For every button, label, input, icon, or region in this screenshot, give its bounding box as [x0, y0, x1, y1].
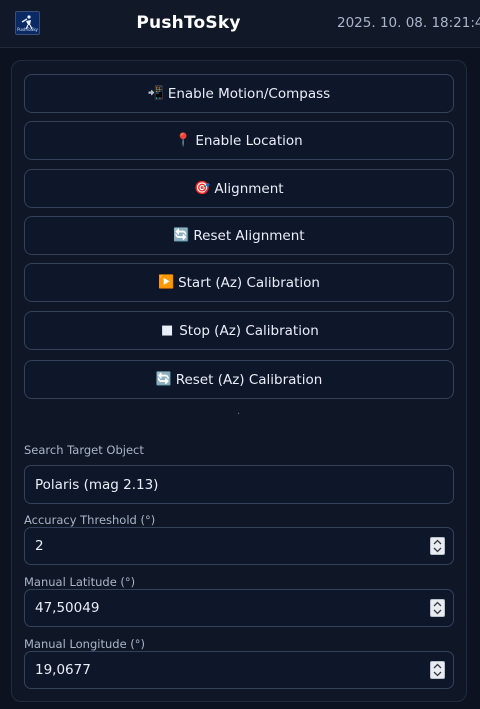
app-title: PushToSky — [136, 13, 241, 33]
button-label: Enable Location — [195, 132, 303, 149]
button-label: Stop (Az) Calibration — [179, 322, 319, 339]
decrement-button[interactable] — [431, 546, 444, 554]
chevron-down-icon — [433, 671, 442, 677]
chevron-down-icon — [433, 547, 442, 553]
enable-location-button[interactable]: 📍 Enable Location — [24, 121, 454, 160]
status-text: . — [237, 406, 241, 417]
play-icon: ▶️ — [158, 275, 175, 290]
increment-button[interactable] — [431, 662, 444, 670]
app-header: PushToSky PushToSky 2025. 10. 08. 18:21:… — [0, 0, 480, 48]
search-target-input[interactable]: Polaris (mag 2.13) — [24, 465, 454, 504]
button-label: Reset (Az) Calibration — [175, 371, 323, 388]
increment-button[interactable] — [431, 600, 444, 608]
decrement-button[interactable] — [431, 608, 444, 616]
search-target-value: Polaris (mag 2.13) — [35, 476, 159, 493]
reset-alignment-button[interactable]: 🔄 Reset Alignment — [24, 216, 454, 255]
phone-arrow-icon: 📲 — [147, 86, 165, 101]
alignment-button[interactable]: 🎯 Alignment — [24, 169, 454, 208]
chevron-down-icon — [433, 609, 442, 615]
chevron-up-icon — [433, 663, 442, 669]
number-spinner[interactable] — [430, 599, 445, 617]
accuracy-threshold-input[interactable]: 2 — [24, 527, 454, 565]
start-az-calibration-button[interactable]: ▶️ Start (Az) Calibration — [24, 263, 454, 302]
button-label: Start (Az) Calibration — [178, 274, 320, 291]
button-label: Alignment — [214, 180, 284, 197]
button-label: Reset Alignment — [193, 227, 305, 244]
manual-latitude-label: Manual Latitude (°) — [24, 575, 136, 589]
manual-latitude-value: 47,50049 — [35, 600, 100, 616]
enable-motion-compass-button[interactable]: 📲 Enable Motion/Compass — [24, 74, 454, 113]
number-spinner[interactable] — [430, 537, 445, 555]
button-label: Enable Motion/Compass — [167, 85, 331, 102]
refresh-icon: 🔄 — [173, 228, 190, 243]
accuracy-threshold-value: 2 — [35, 538, 44, 554]
chevron-up-icon — [433, 601, 442, 607]
number-spinner[interactable] — [430, 661, 445, 679]
refresh-icon: 🔄 — [155, 372, 172, 387]
chevron-up-icon — [433, 539, 442, 545]
stop-az-calibration-button[interactable]: ■ Stop (Az) Calibration — [24, 311, 454, 350]
manual-latitude-input[interactable]: 47,50049 — [24, 589, 454, 627]
manual-longitude-input[interactable]: 19,0677 — [24, 651, 454, 689]
search-target-label: Search Target Object — [24, 443, 144, 457]
decrement-button[interactable] — [431, 670, 444, 678]
manual-longitude-value: 19,0677 — [35, 662, 91, 678]
stop-icon: ■ — [161, 323, 174, 338]
increment-button[interactable] — [431, 538, 444, 546]
accuracy-threshold-label: Accuracy Threshold (°) — [24, 513, 156, 527]
pushpin-icon: 📍 — [175, 133, 192, 148]
manual-longitude-label: Manual Longitude (°) — [24, 637, 146, 651]
target-icon: 🎯 — [194, 181, 211, 196]
reset-az-calibration-button[interactable]: 🔄 Reset (Az) Calibration — [24, 360, 454, 399]
current-datetime: 2025. 10. 08. 18:21:47 — [337, 15, 480, 31]
